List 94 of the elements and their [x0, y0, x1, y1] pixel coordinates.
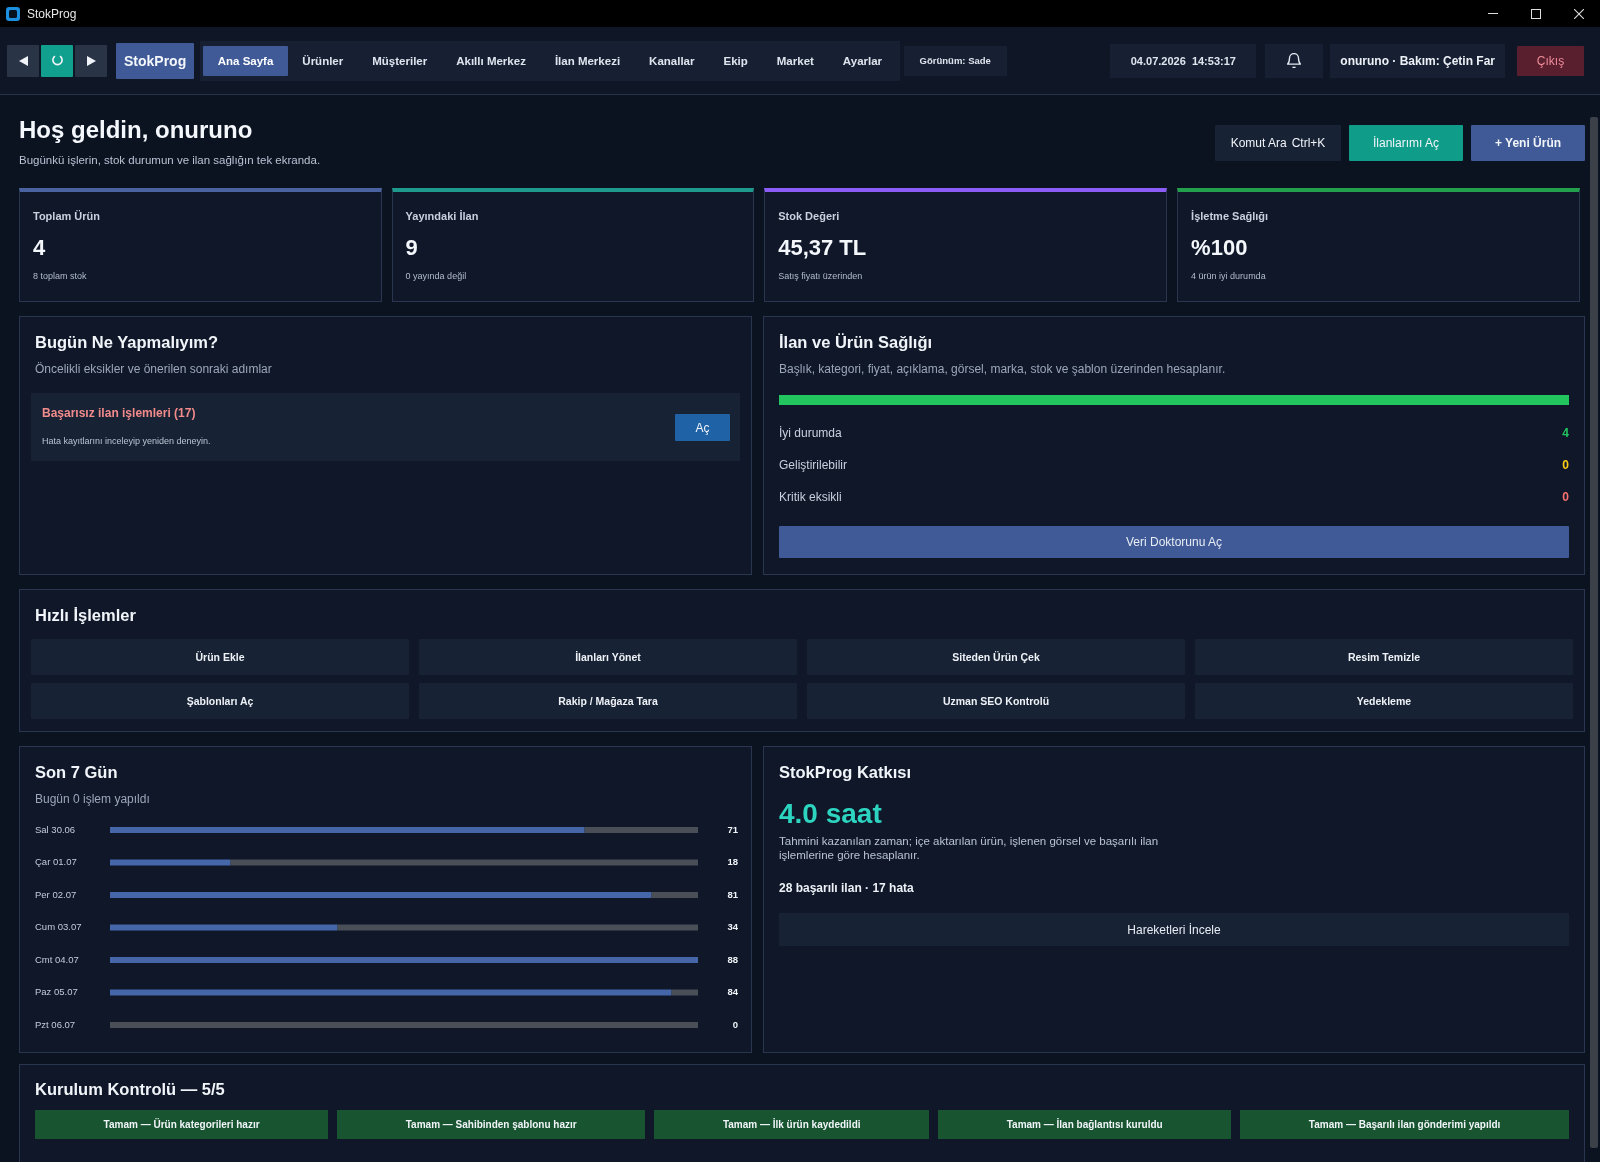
nav-tab[interactable]: Ana Sayfa	[203, 45, 288, 76]
notifications-button[interactable]	[1265, 43, 1324, 78]
stat-note: Satış fiyatı üzerinden	[778, 270, 863, 282]
data-doctor-button[interactable]: Veri Doktorunu Aç	[779, 526, 1569, 558]
stat-label: Toplam Ürün	[33, 209, 100, 223]
day-label: Cmt 04.07	[35, 953, 79, 965]
stat-note: 8 toplam stok	[33, 270, 87, 282]
nav-tab[interactable]: Ayarlar	[828, 45, 897, 76]
bar-value-label: 71	[727, 823, 738, 835]
bar-value-label: 84	[727, 986, 738, 997]
setup-step: Tamam — Başarılı ilan gönderimi yapıldı	[1240, 1110, 1569, 1139]
brand-button[interactable]: StokProg	[116, 42, 195, 79]
setup-step: Tamam — Ürün kategorileri hazır	[35, 1110, 329, 1139]
health-label: Geliştirilebilir	[779, 458, 847, 472]
nav-tab[interactable]: İlan Merkezi	[540, 45, 635, 76]
bar-value-label: 18	[727, 856, 738, 867]
minimize-icon	[1487, 13, 1498, 14]
panel-title: Kurulum Kontrolü — 5/5	[35, 1079, 225, 1099]
panel-subtitle: Öncelikli eksikler ve önerilen sonraki adımlar	[34, 361, 272, 377]
nav-tab[interactable]: Ürünler	[287, 45, 358, 76]
quick-action-button[interactable]: Şablonları Aç	[31, 683, 409, 719]
page-title: Hoş geldin, onuruno	[19, 115, 253, 145]
stat-note: 0 yayında değil	[405, 270, 467, 282]
quick-action-button[interactable]: Resim Temizle	[1195, 639, 1573, 675]
panel-title: Son 7 Gün	[34, 762, 118, 782]
back-button[interactable]	[7, 44, 39, 77]
bar-value-label: 81	[727, 888, 738, 900]
panel-subtitle: Başlık, kategori, fiyat, açıklama, görsel, marka, stok ve şablon üzerinden hesaplanır.	[779, 361, 1226, 377]
app-icon	[6, 6, 20, 21]
contribution-summary: 28 başarılı ilan · 17 hata	[779, 880, 914, 896]
quick-action-button[interactable]: Uzman SEO Kontrolü	[807, 683, 1185, 719]
panel-subtitle: Bugün 0 işlem yapıldı	[34, 791, 150, 807]
health-count: 0	[1562, 458, 1569, 472]
header-action-button[interactable]: + Yeni Ürün	[1471, 125, 1585, 161]
stat-value: 45,37 TL	[778, 235, 867, 261]
logout-button[interactable]: Çıkış	[1517, 45, 1584, 76]
alert-title: Başarısız ilan işlemleri (17)	[42, 406, 196, 421]
nav-tab[interactable]: Market	[762, 45, 829, 76]
stat-value: 4	[33, 235, 46, 261]
day-label: Paz 05.07	[35, 986, 78, 997]
quick-action-button[interactable]: Yedekleme	[1195, 683, 1573, 719]
nav-tab[interactable]: Müşteriler	[357, 45, 442, 76]
stat-label: İşletme Sağlığı	[1191, 209, 1269, 223]
setup-step: Tamam — Sahibinden şablonu hazır	[337, 1110, 646, 1139]
day-label: Çar 01.07	[35, 856, 77, 867]
maximize-icon	[1530, 8, 1541, 19]
health-count: 4	[1562, 426, 1569, 440]
setup-step: Tamam — İlk ürün kaydedildi	[654, 1110, 930, 1139]
quick-action-button[interactable]: İlanları Yönet	[419, 639, 797, 675]
bar-value-label: 88	[727, 953, 738, 965]
bar-value-label: 34	[727, 921, 738, 932]
panel-title: İlan ve Ürün Sağlığı	[779, 332, 933, 352]
day-label: Cum 03.07	[35, 921, 82, 932]
close-icon	[1573, 8, 1584, 19]
bell-icon	[1287, 53, 1302, 68]
stat-note: 4 ürün iyi durumda	[1191, 270, 1266, 282]
health-count: 0	[1562, 490, 1569, 504]
refresh-button[interactable]	[41, 44, 73, 77]
page-subtitle: Bugünkü işlerin, stok durumun ve ilan sağlığın tek ekranda.	[19, 153, 321, 168]
review-activity-button[interactable]: Hareketleri İncele	[779, 913, 1569, 946]
window-title: StokProg	[27, 6, 77, 21]
quick-action-button[interactable]: Siteden Ürün Çek	[807, 639, 1185, 675]
header-action-button[interactable]: Komut Ara Ctrl+K	[1215, 125, 1341, 161]
contribution-description: Tahmini kazanılan zaman; içe aktarılan ürün, işlenen görsel ve başarılı ilan işlemlerine göre hesaplanır.	[779, 834, 1160, 862]
panel-title: Hızlı İşlemler	[34, 605, 136, 625]
user-info: onuruno · Bakım: Çetin Far	[1330, 43, 1505, 78]
bar-value-label: 0	[732, 1018, 738, 1030]
forward-button[interactable]	[75, 44, 107, 77]
panel-title: StokProg Katkısı	[779, 762, 912, 782]
nav-tab[interactable]: Kanallar	[634, 45, 709, 76]
scrollbar-thumb[interactable]	[1590, 117, 1598, 1148]
forward-icon	[86, 55, 96, 66]
view-mode-button[interactable]: Görünüm: Sade	[903, 45, 1007, 76]
day-label: Pzt 06.07	[35, 1018, 76, 1030]
nav-tab[interactable]: Ekip	[709, 45, 763, 76]
quick-action-button[interactable]: Rakip / Mağaza Tara	[419, 683, 797, 719]
saved-hours-value: 4.0 saat	[779, 797, 882, 831]
stat-value: 9	[405, 235, 418, 261]
health-label: İyi durumda	[779, 426, 842, 440]
health-label: Kritik eksikli	[779, 490, 842, 504]
alert-detail: Hata kayıtlarını inceleyip yeniden deneyin.	[42, 435, 211, 447]
quick-action-button[interactable]: Ürün Ekle	[31, 639, 409, 675]
stat-label: Stok Değeri	[778, 209, 840, 223]
nav-tab[interactable]: Akıllı Merkez	[441, 45, 541, 76]
datetime-display: 04.07.2026 14:53:17	[1110, 43, 1257, 78]
day-label: Per 02.07	[35, 888, 77, 900]
stat-value: %100	[1191, 235, 1248, 261]
open-button[interactable]: Aç	[675, 414, 730, 441]
refresh-icon	[51, 55, 63, 66]
back-icon	[18, 55, 28, 66]
day-label: Sal 30.06	[35, 823, 76, 835]
setup-step: Tamam — İlan bağlantısı kuruldu	[938, 1110, 1232, 1139]
panel-title: Bugün Ne Yapmalıyım?	[34, 332, 219, 352]
stat-label: Yayındaki İlan	[405, 209, 479, 223]
